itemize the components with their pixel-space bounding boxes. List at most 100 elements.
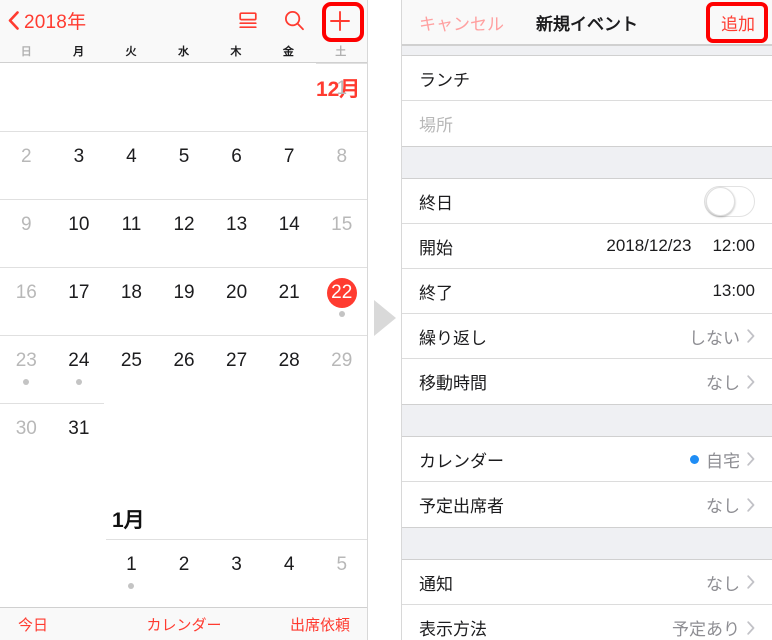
week-row: 23 24 25 26 27 28 29 [0,335,367,403]
day-cell[interactable]: 4 [263,539,316,607]
day-number: 1 [126,554,137,575]
day-view-button[interactable] [225,0,271,41]
day-cell[interactable]: 8 [315,131,367,199]
end-label: 終了 [419,283,453,303]
day-cell[interactable]: 29 [315,335,367,403]
day-number: 3 [231,554,242,575]
alert-label: 通知 [419,574,453,594]
day-number: 15 [331,214,353,235]
calendar-value: 自宅 [706,451,740,471]
add-button[interactable]: 追加 [721,10,755,35]
calendar-row[interactable]: カレンダー 自宅 [402,437,772,482]
cancel-button[interactable]: キャンセル [419,10,504,35]
event-location-field[interactable]: 場所 [402,101,772,146]
month-grid-scroll[interactable]: 12月 1月 1 2 3 4 5 6 7 8 9 10 11 12 13 14 15 16 17 18 19 20 21… [0,63,367,608]
day-cell[interactable]: 3 [210,539,263,607]
all-day-toggle[interactable] [704,185,755,217]
day-cell[interactable]: 24 [53,335,106,403]
week-row: 16 17 18 19 20 21 22 [0,267,367,335]
end-time-value: 13:00 [712,281,755,300]
today-button[interactable]: 今日 [18,614,48,635]
start-row[interactable]: 開始 2018/12/23 12:00 [402,224,772,269]
day-cell[interactable]: 5 [158,131,211,199]
alert-row[interactable]: 通知 なし [402,560,772,605]
all-day-row[interactable]: 終日 [402,179,772,224]
weekday-fri: 金 [282,46,294,58]
day-cell[interactable]: 15 [315,199,367,267]
day-cell-empty [105,403,158,471]
end-row[interactable]: 終了 13:00 [402,269,772,314]
day-cell[interactable]: 11 [105,199,158,267]
search-button[interactable] [271,0,317,41]
day-cell-empty [105,63,158,131]
day-number: 21 [278,282,300,303]
day-cell[interactable]: 21 [263,267,316,335]
day-cell[interactable]: 31 [53,403,106,471]
day-cell[interactable]: 9 [0,199,53,267]
availability-row[interactable]: 表示方法 予定あり [402,605,772,640]
day-cell[interactable]: 7 [263,131,316,199]
day-cell[interactable]: 5 [315,539,367,607]
day-cell[interactable]: 23 [0,335,53,403]
new-event-navbar: キャンセル 新規イベント 追加 [402,0,772,45]
add-event-button[interactable] [317,0,363,41]
day-cell[interactable]: 30 [0,403,53,471]
day-cell[interactable]: 26 [158,335,211,403]
calendar-month-view-screen: 2018年 日 月 火 水 木 金 土 12月 1月 1 2 3 4 5 6 7… [0,0,368,640]
day-cell[interactable]: 6 [210,131,263,199]
day-cell[interactable]: 2 [158,539,211,607]
weekday-header-row: 日 月 火 水 木 金 土 [0,41,367,63]
weekday-wed: 水 [177,46,189,58]
invitations-button[interactable]: 出席依頼 [290,614,350,635]
day-cell[interactable]: 3 [53,131,106,199]
day-number: 9 [20,214,32,235]
event-title-field[interactable]: ランチ [402,56,772,101]
event-indicator-dot [128,583,135,589]
chevron-right-icon [747,452,755,466]
day-cell[interactable]: 16 [0,267,53,335]
all-day-label: 終日 [419,193,453,213]
day-number: 3 [73,146,85,167]
chevron-right-icon [747,620,755,635]
attendees-value: なし [706,497,740,516]
day-cell[interactable]: 13 [210,199,263,267]
day-number: 31 [68,418,90,439]
day-number: 13 [226,214,248,235]
day-cell[interactable]: 2 [0,131,53,199]
day-cell[interactable]: 1 [315,63,367,131]
day-cell[interactable]: 4 [105,131,158,199]
day-cell[interactable]: 19 [158,267,211,335]
back-to-year-button[interactable]: 2018年 [8,7,86,34]
day-number: 4 [283,554,295,575]
weekday-sun: 日 [20,46,32,58]
availability-label: 表示方法 [419,620,487,639]
day-number: 8 [336,146,348,167]
section-gap-1 [402,146,772,179]
day-cell-empty [53,539,106,607]
day-cell[interactable]: 20 [210,267,263,335]
alert-value: なし [706,574,740,594]
event-title-value: ランチ [419,70,470,90]
event-location-placeholder: 場所 [419,116,453,135]
day-cell[interactable]: 17 [53,267,106,335]
chevron-left-icon [8,11,19,30]
day-cell[interactable]: 22 [315,267,367,335]
day-view-icon [239,11,257,28]
day-number: 23 [15,350,37,371]
day-cell[interactable]: 10 [53,199,106,267]
day-number: 10 [68,214,90,235]
attendees-row[interactable]: 予定出席者 なし [402,482,772,527]
repeat-row[interactable]: 繰り返し しない [402,314,772,359]
day-cell[interactable]: 27 [210,335,263,403]
travel-time-row[interactable]: 移動時間 なし [402,359,772,404]
day-cell[interactable]: 28 [263,335,316,403]
calendars-button[interactable]: カレンダー [146,614,221,635]
day-cell[interactable]: 14 [263,199,316,267]
day-number: 12 [173,214,195,235]
day-cell[interactable]: 25 [105,335,158,403]
day-cell[interactable]: 18 [105,267,158,335]
day-cell[interactable]: 12 [158,199,211,267]
day-number: 30 [15,418,37,439]
day-cell[interactable]: 1 [105,539,158,607]
availability-value: 予定あり [672,620,740,639]
